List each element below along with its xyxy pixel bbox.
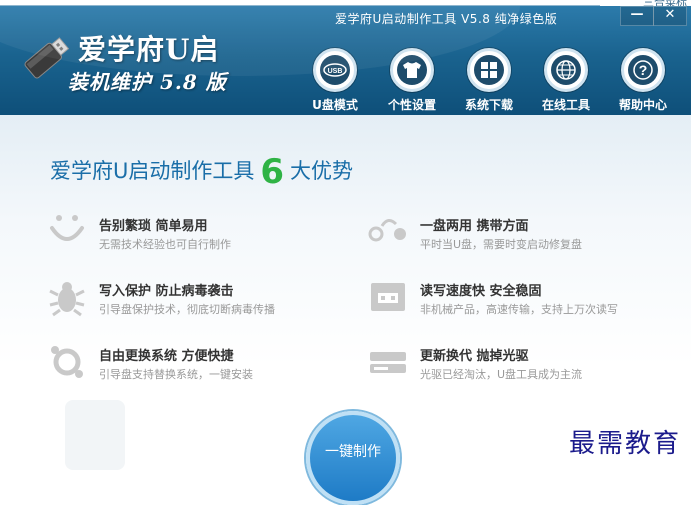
svg-text:?: ? (639, 62, 648, 78)
headline-suffix: 大优势 (290, 159, 354, 183)
nav-personalize[interactable]: 个性设置 (377, 48, 447, 113)
nav-label: 系统下载 (464, 98, 513, 112)
nav-help-center[interactable]: ? 帮助中心 (608, 48, 678, 113)
feature-title: 读写速度快 安全稳固 (420, 284, 542, 299)
feature-desc: 光驱已经淘汰，U盘工具成为主流 (420, 368, 583, 381)
nav-label: 在线工具 (541, 98, 590, 112)
brand-name: 爱学府U启 (78, 33, 220, 66)
usb-port-icon (371, 283, 405, 311)
nav-system-download[interactable]: 系统下载 (454, 48, 524, 113)
bug-icon (49, 282, 85, 317)
feature-title: 写入保护 防止病毒袭击 (99, 284, 234, 299)
usb-drive-icon (24, 37, 70, 79)
feature-desc: 引导盘支持替换系统，一键安装 (99, 368, 253, 381)
smile-icon (50, 215, 84, 241)
nav-label: 个性设置 (387, 98, 436, 112)
feature-title: 一盘两用 携带方面 (420, 219, 529, 234)
app-header: 爱学府U启动制作工具 V5.8 纯净绿色版 — ✕ 爱学府U启 装机维护 5.8… (0, 6, 691, 115)
nav-label: U盘模式 (312, 98, 358, 112)
minimize-button[interactable]: — (620, 6, 654, 26)
feature-desc: 非机械产品，高速传输，支持上万次读写 (420, 303, 618, 316)
watermark-text: 最需教育 (569, 429, 682, 459)
brand-subtitle: 装机维护 5.8 版 (68, 70, 227, 94)
one-click-make-button[interactable]: 一键制作 (306, 411, 400, 505)
nav-usb-mode[interactable]: USB U盘模式 (300, 48, 370, 113)
window-title: 爱学府U启动制作工具 V5.8 纯净绿色版 (335, 12, 558, 26)
feature-title: 告别繁琐 简单易用 (99, 219, 208, 234)
svg-text:USB: USB (328, 68, 343, 75)
tshirt-icon (403, 62, 421, 78)
headline-number: 6 (260, 152, 285, 192)
headline-prefix: 爱学府U启动制作工具 (50, 159, 255, 183)
feature-desc: 平时当U盘，需要时变启动修复盘 (420, 238, 583, 251)
windows-icon (481, 62, 497, 78)
refresh-icon (51, 346, 83, 378)
headline: 爱学府U启动制作工具 6 大优势 (50, 147, 354, 192)
globe-icon (556, 60, 576, 80)
feature-title: 自由更换系统 方便快捷 (99, 349, 234, 364)
feature-desc: 引导盘保护技术，彻底切断病毒传播 (99, 303, 275, 316)
feature-title: 更新换代 抛掉光驱 (420, 349, 529, 364)
usb-icon: USB (323, 63, 347, 77)
drive-icon (370, 352, 406, 373)
feature-desc: 无需技术经验也可自行制作 (99, 238, 231, 251)
close-button[interactable]: ✕ (653, 6, 687, 26)
nav-online-tools[interactable]: 在线工具 (531, 48, 601, 113)
toggle-icon (368, 219, 406, 242)
decorative-shape (65, 400, 125, 470)
main-panel: 爱学府U启动制作工具 6 大优势 告别繁琐 简单易用 无需技术经验也可自行制作 一盘… (0, 115, 691, 505)
help-icon: ? (633, 60, 653, 80)
nav-label: 帮助中心 (618, 98, 667, 112)
